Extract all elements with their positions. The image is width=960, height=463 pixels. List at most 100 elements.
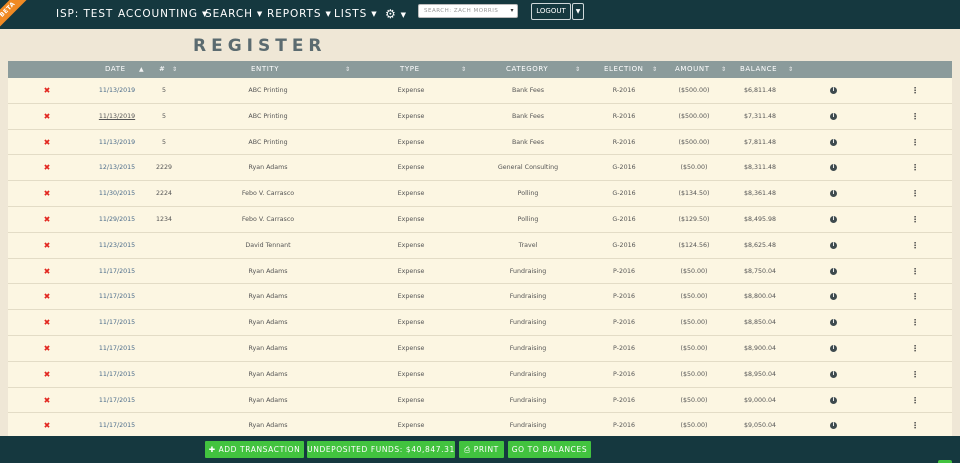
logout-button[interactable]: LOGOUT [531, 3, 571, 20]
delete-icon[interactable]: ✖ [44, 259, 51, 284]
date-link[interactable]: 11/17/2015 [99, 362, 135, 387]
category-cell: General Consulting [497, 164, 559, 172]
sort-icon[interactable]: ⇕ [721, 61, 726, 78]
info-icon[interactable]: i [830, 344, 837, 352]
col-category[interactable]: CATEGORY [506, 61, 548, 78]
info-icon[interactable]: i [830, 267, 837, 275]
table-row: ✖ 11/17/2015 Ryan Adams Expense Fundrais… [8, 310, 952, 336]
date-link[interactable]: 11/13/2019 [99, 104, 135, 129]
menu-accounting[interactable]: ACCOUNTING ▼ [118, 0, 208, 29]
date-link[interactable]: 11/29/2015 [99, 207, 135, 232]
sort-icon[interactable]: ⇕ [172, 61, 177, 78]
delete-icon[interactable]: ✖ [44, 413, 51, 438]
sort-icon[interactable]: ⇕ [575, 61, 580, 78]
date-link[interactable]: 12/13/2015 [99, 155, 135, 180]
row-menu-icon[interactable]: ⋮ [911, 362, 919, 387]
undeposited-funds-button[interactable]: UNDEPOSITED FUNDS: $40,847.31 [307, 441, 455, 458]
delete-icon[interactable]: ✖ [44, 388, 51, 413]
amount-cell: ($50.00) [680, 164, 708, 172]
info-icon[interactable]: i [830, 422, 837, 430]
brand-link[interactable]: ISP: TEST [56, 0, 113, 29]
election-cell: P-2016 [613, 293, 635, 301]
election-cell: P-2016 [613, 422, 635, 430]
delete-icon[interactable]: ✖ [44, 104, 51, 129]
delete-icon[interactable]: ✖ [44, 284, 51, 309]
go-to-balances-button[interactable]: GO TO BALANCES [508, 441, 591, 458]
info-icon[interactable]: i [830, 370, 837, 378]
category-cell: Polling [517, 190, 539, 198]
delete-icon[interactable]: ✖ [44, 207, 51, 232]
col-date[interactable]: DATE [105, 61, 126, 78]
settings-menu[interactable]: ⚙ ▼ [385, 0, 407, 29]
table-row: ✖ 11/13/2019 5 ABC Printing Expense Bank… [8, 129, 952, 156]
col-election[interactable]: ELECTION [604, 61, 644, 78]
info-icon[interactable]: i [830, 190, 837, 198]
date-link[interactable]: 11/23/2015 [99, 233, 135, 258]
col-amount[interactable]: AMOUNT [675, 61, 710, 78]
add-transaction-label: ADD TRANSACTION [218, 445, 301, 454]
category-cell: Fundraising [509, 267, 547, 275]
delete-icon[interactable]: ✖ [44, 310, 51, 335]
info-icon[interactable]: i [830, 215, 837, 223]
logout-dropdown-toggle[interactable]: ▼ [572, 3, 584, 20]
col-entity[interactable]: ENTITY [251, 61, 279, 78]
row-menu-icon[interactable]: ⋮ [911, 104, 919, 129]
info-icon[interactable]: i [830, 293, 837, 301]
date-link[interactable]: 11/17/2015 [99, 284, 135, 309]
info-icon[interactable]: i [830, 319, 837, 327]
balance-cell: $9,000.04 [743, 396, 777, 404]
delete-icon[interactable]: ✖ [44, 181, 51, 206]
row-menu-icon[interactable]: ⋮ [911, 310, 919, 335]
sort-icon[interactable]: ⇕ [345, 61, 350, 78]
date-link[interactable]: 11/13/2019 [99, 78, 135, 103]
print-button[interactable]: ⎙ PRINT [459, 441, 504, 458]
row-menu-icon[interactable]: ⋮ [911, 388, 919, 413]
table-row: ✖ 11/17/2015 Ryan Adams Expense Fundrais… [8, 335, 952, 362]
row-menu-icon[interactable]: ⋮ [911, 284, 919, 309]
menu-lists[interactable]: LISTS ▼ [334, 0, 378, 29]
table-row: ✖ 11/17/2015 Ryan Adams Expense Fundrais… [8, 258, 952, 285]
row-menu-icon[interactable]: ⋮ [911, 336, 919, 361]
add-transaction-button[interactable]: ✚ ADD TRANSACTION [205, 441, 304, 458]
date-link[interactable]: 11/17/2015 [99, 413, 135, 438]
election-cell: R-2016 [612, 138, 636, 146]
info-icon[interactable]: i [830, 241, 837, 249]
sort-icon[interactable]: ⇕ [788, 61, 793, 78]
info-icon[interactable]: i [830, 396, 837, 404]
row-menu-icon[interactable]: ⋮ [911, 259, 919, 284]
col-balance[interactable]: BALANCE [740, 61, 777, 78]
info-icon[interactable]: i [830, 87, 837, 94]
row-menu-icon[interactable]: ⋮ [911, 181, 919, 206]
info-icon[interactable]: i [830, 164, 837, 172]
col-number[interactable]: # [159, 61, 165, 78]
delete-icon[interactable]: ✖ [44, 130, 51, 155]
col-type[interactable]: TYPE [400, 61, 420, 78]
info-icon[interactable]: i [830, 112, 837, 120]
delete-icon[interactable]: ✖ [44, 155, 51, 180]
date-link[interactable]: 11/17/2015 [99, 310, 135, 335]
menu-reports[interactable]: REPORTS ▼ [267, 0, 332, 29]
date-link[interactable]: 11/17/2015 [99, 336, 135, 361]
date-link[interactable]: 11/13/2019 [99, 130, 135, 155]
category-cell: Bank Fees [511, 87, 545, 94]
delete-icon[interactable]: ✖ [44, 336, 51, 361]
sort-icon[interactable]: ⇕ [461, 61, 466, 78]
info-icon[interactable]: i [830, 138, 837, 146]
row-menu-icon[interactable]: ⋮ [911, 130, 919, 155]
date-link[interactable]: 11/17/2015 [99, 259, 135, 284]
delete-icon[interactable]: ✖ [44, 233, 51, 258]
row-menu-icon[interactable]: ⋮ [911, 413, 919, 438]
delete-icon[interactable]: ✖ [44, 78, 51, 103]
menu-search[interactable]: SEARCH ▼ [205, 0, 263, 29]
date-link[interactable]: 11/30/2015 [99, 181, 135, 206]
delete-icon[interactable]: ✖ [44, 362, 51, 387]
date-link[interactable]: 11/17/2015 [99, 388, 135, 413]
row-menu-icon[interactable]: ⋮ [911, 78, 919, 103]
sort-asc-icon[interactable]: ▲ [139, 61, 144, 78]
row-menu-icon[interactable]: ⋮ [911, 155, 919, 180]
table-row: ✖ 11/30/2015 2224 Febo V. Carrasco Expen… [8, 181, 952, 207]
search-select[interactable]: SEARCH: ZACH MORRIS ▾ [418, 4, 518, 18]
row-menu-icon[interactable]: ⋮ [911, 233, 919, 258]
row-menu-icon[interactable]: ⋮ [911, 207, 919, 232]
sort-icon[interactable]: ⇕ [652, 61, 657, 78]
